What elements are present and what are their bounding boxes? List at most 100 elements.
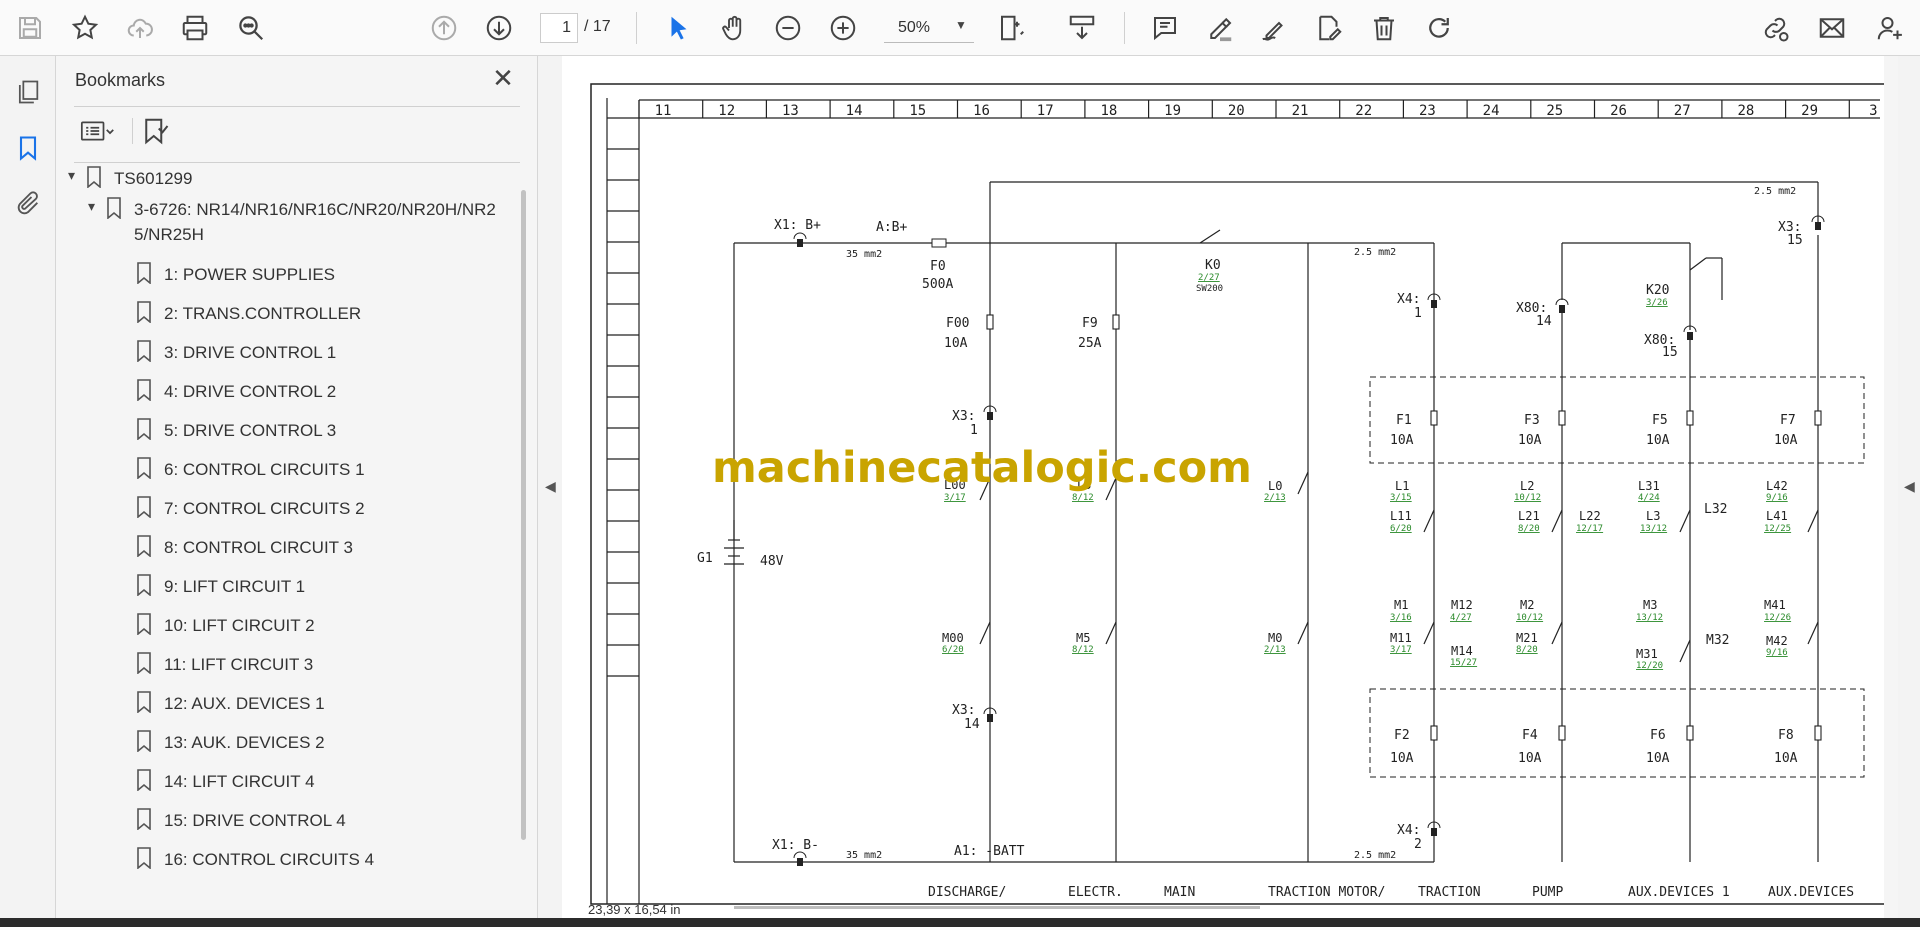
bookmark-item[interactable]: 5: DRIVE CONTROL 3 bbox=[136, 418, 336, 443]
footer-caption: MAIN bbox=[1164, 885, 1195, 900]
zoom-in-icon[interactable] bbox=[825, 10, 861, 46]
stamp-edit-icon[interactable] bbox=[1311, 10, 1347, 46]
bookmark-item[interactable]: 3: DRIVE CONTROL 1 bbox=[136, 340, 336, 365]
bookmark-icon bbox=[137, 262, 151, 284]
bookmark-icon bbox=[137, 730, 151, 752]
schematic-label: 10A bbox=[1518, 433, 1542, 448]
column-number: 20 bbox=[1228, 103, 1245, 119]
select-cursor-icon[interactable] bbox=[661, 10, 697, 46]
panel-scrollbar[interactable] bbox=[521, 190, 526, 840]
horizontal-scrollbar[interactable] bbox=[734, 906, 1260, 909]
schematic-label: M0 bbox=[1268, 631, 1282, 645]
zoom-search-icon[interactable] bbox=[233, 10, 269, 46]
bookmark-item[interactable]: 13: AUK. DEVICES 2 bbox=[136, 730, 325, 755]
page-thumbnails-icon[interactable] bbox=[12, 76, 44, 108]
schematic-label: M1 bbox=[1394, 598, 1408, 612]
bookmark-item[interactable]: 16: CONTROL CIRCUITS 4 bbox=[136, 847, 374, 872]
page-number-input[interactable]: 1 bbox=[540, 13, 578, 43]
bookmark-star-icon[interactable] bbox=[67, 10, 103, 46]
panel-divider bbox=[74, 106, 520, 107]
previous-page-icon[interactable] bbox=[426, 10, 462, 46]
scroll-mode-icon[interactable] bbox=[1064, 10, 1100, 46]
schematic-label: M2 bbox=[1520, 598, 1534, 612]
schematic-label: L32 bbox=[1704, 502, 1727, 517]
bookmark-label: 5: DRIVE CONTROL 3 bbox=[164, 421, 337, 440]
bookmark-icon bbox=[137, 652, 151, 674]
schematic-label: X4: bbox=[1397, 823, 1420, 838]
schematic-label: M31 bbox=[1636, 647, 1658, 661]
bookmarks-icon[interactable] bbox=[12, 132, 44, 164]
new-bookmark-icon[interactable] bbox=[140, 116, 170, 146]
main-toolbar: 1 / 17 50% ▼ bbox=[0, 0, 1920, 56]
schematic-label: L31 bbox=[1638, 479, 1660, 493]
reference-label: 2/13 bbox=[1264, 493, 1286, 503]
schematic-label: F6 bbox=[1650, 728, 1666, 743]
bookmark-item[interactable]: 10: LIFT CIRCUIT 2 bbox=[136, 613, 315, 638]
bookmark-item[interactable]: 8: CONTROL CIRCUIT 3 bbox=[136, 535, 353, 560]
add-user-icon[interactable] bbox=[1872, 10, 1908, 46]
schematic-label: M12 bbox=[1451, 598, 1473, 612]
expand-right-panel-icon[interactable]: ◀ bbox=[1904, 478, 1915, 495]
bookmark-item[interactable]: 1: POWER SUPPLIES bbox=[136, 262, 335, 287]
bookmark-options-icon[interactable] bbox=[76, 116, 118, 146]
document-scrollbar[interactable] bbox=[1884, 56, 1898, 918]
bookmark-group[interactable]: ▾ 3-6726: NR14/NR16/NR16C/NR20/NR20H/NR2… bbox=[88, 197, 518, 247]
schematic-label: 10A bbox=[1774, 433, 1798, 448]
draw-freeform-icon[interactable] bbox=[1256, 10, 1292, 46]
schematic-label: 10A bbox=[1390, 751, 1414, 766]
bookmark-item[interactable]: 4: DRIVE CONTROL 2 bbox=[136, 379, 336, 404]
next-page-icon[interactable] bbox=[481, 10, 517, 46]
close-icon[interactable]: ✕ bbox=[490, 65, 516, 92]
chevron-down-icon[interactable]: ▾ bbox=[68, 167, 86, 184]
share-link-icon[interactable] bbox=[1757, 10, 1793, 46]
chevron-down-icon[interactable]: ▾ bbox=[88, 198, 106, 215]
column-number: 21 bbox=[1292, 103, 1309, 119]
bookmark-item[interactable]: 15: DRIVE CONTROL 4 bbox=[136, 808, 346, 833]
schematic-label: F5 bbox=[1652, 413, 1668, 428]
reference-label: 12/17 bbox=[1576, 524, 1603, 534]
attachments-paperclip-icon[interactable] bbox=[12, 188, 44, 220]
schematic-label: F0 bbox=[930, 259, 946, 274]
email-icon[interactable] bbox=[1814, 10, 1850, 46]
bookmark-label: 10: LIFT CIRCUIT 2 bbox=[164, 616, 315, 635]
hand-tool-icon[interactable] bbox=[716, 10, 752, 46]
highlight-pen-icon[interactable] bbox=[1202, 10, 1238, 46]
column-number: 16 bbox=[973, 103, 990, 119]
bookmark-label: TS601299 bbox=[114, 169, 193, 188]
column-number: 26 bbox=[1610, 103, 1627, 119]
bookmark-item[interactable]: 12: AUX. DEVICES 1 bbox=[136, 691, 325, 716]
schematic-label: L11 bbox=[1390, 509, 1412, 523]
bookmark-item[interactable]: 9: LIFT CIRCUIT 1 bbox=[136, 574, 305, 599]
page-fit-icon[interactable] bbox=[994, 10, 1030, 46]
bookmark-root[interactable]: ▾ TS601299 bbox=[68, 166, 192, 191]
bookmark-item[interactable]: 11: LIFT CIRCUIT 3 bbox=[136, 652, 313, 677]
redo-icon[interactable] bbox=[1421, 10, 1457, 46]
print-icon[interactable] bbox=[177, 10, 213, 46]
zoom-out-icon[interactable] bbox=[770, 10, 806, 46]
reference-label: 3/26 bbox=[1646, 298, 1668, 308]
bookmark-label: 9: LIFT CIRCUIT 1 bbox=[164, 577, 306, 596]
schematic-label: M21 bbox=[1516, 631, 1538, 645]
upload-cloud-icon[interactable] bbox=[122, 10, 158, 46]
save-icon[interactable] bbox=[12, 10, 48, 46]
bookmark-item[interactable]: 7: CONTROL CIRCUITS 2 bbox=[136, 496, 365, 521]
schematic-label: M3 bbox=[1643, 598, 1657, 612]
bookmark-item[interactable]: 2: TRANS.CONTROLLER bbox=[136, 301, 361, 326]
schematic-label: 10A bbox=[1774, 751, 1798, 766]
bookmark-icon bbox=[137, 574, 151, 596]
footer-caption: AUX.DEVICES bbox=[1768, 885, 1854, 900]
watermark: machinecatalogic.com bbox=[712, 443, 1252, 493]
bookmark-item[interactable]: 6: CONTROL CIRCUITS 1 bbox=[136, 457, 365, 482]
bookmark-icon bbox=[137, 340, 151, 362]
chevron-down-icon[interactable]: ▼ bbox=[955, 18, 967, 32]
bookmark-item[interactable]: 14: LIFT CIRCUIT 4 bbox=[136, 769, 315, 794]
schematic-label: X1: B- bbox=[772, 838, 819, 853]
delete-trash-icon[interactable] bbox=[1366, 10, 1402, 46]
bookmark-icon bbox=[87, 166, 101, 188]
schematic-label: X3: bbox=[952, 409, 975, 424]
comment-icon[interactable] bbox=[1147, 10, 1183, 46]
reference-label: 10/12 bbox=[1514, 493, 1541, 503]
bookmark-icon bbox=[137, 847, 151, 869]
page-size-readout: 23,39 x 16,54 in bbox=[588, 902, 681, 917]
collapse-panel-icon[interactable]: ◀ bbox=[545, 478, 556, 495]
